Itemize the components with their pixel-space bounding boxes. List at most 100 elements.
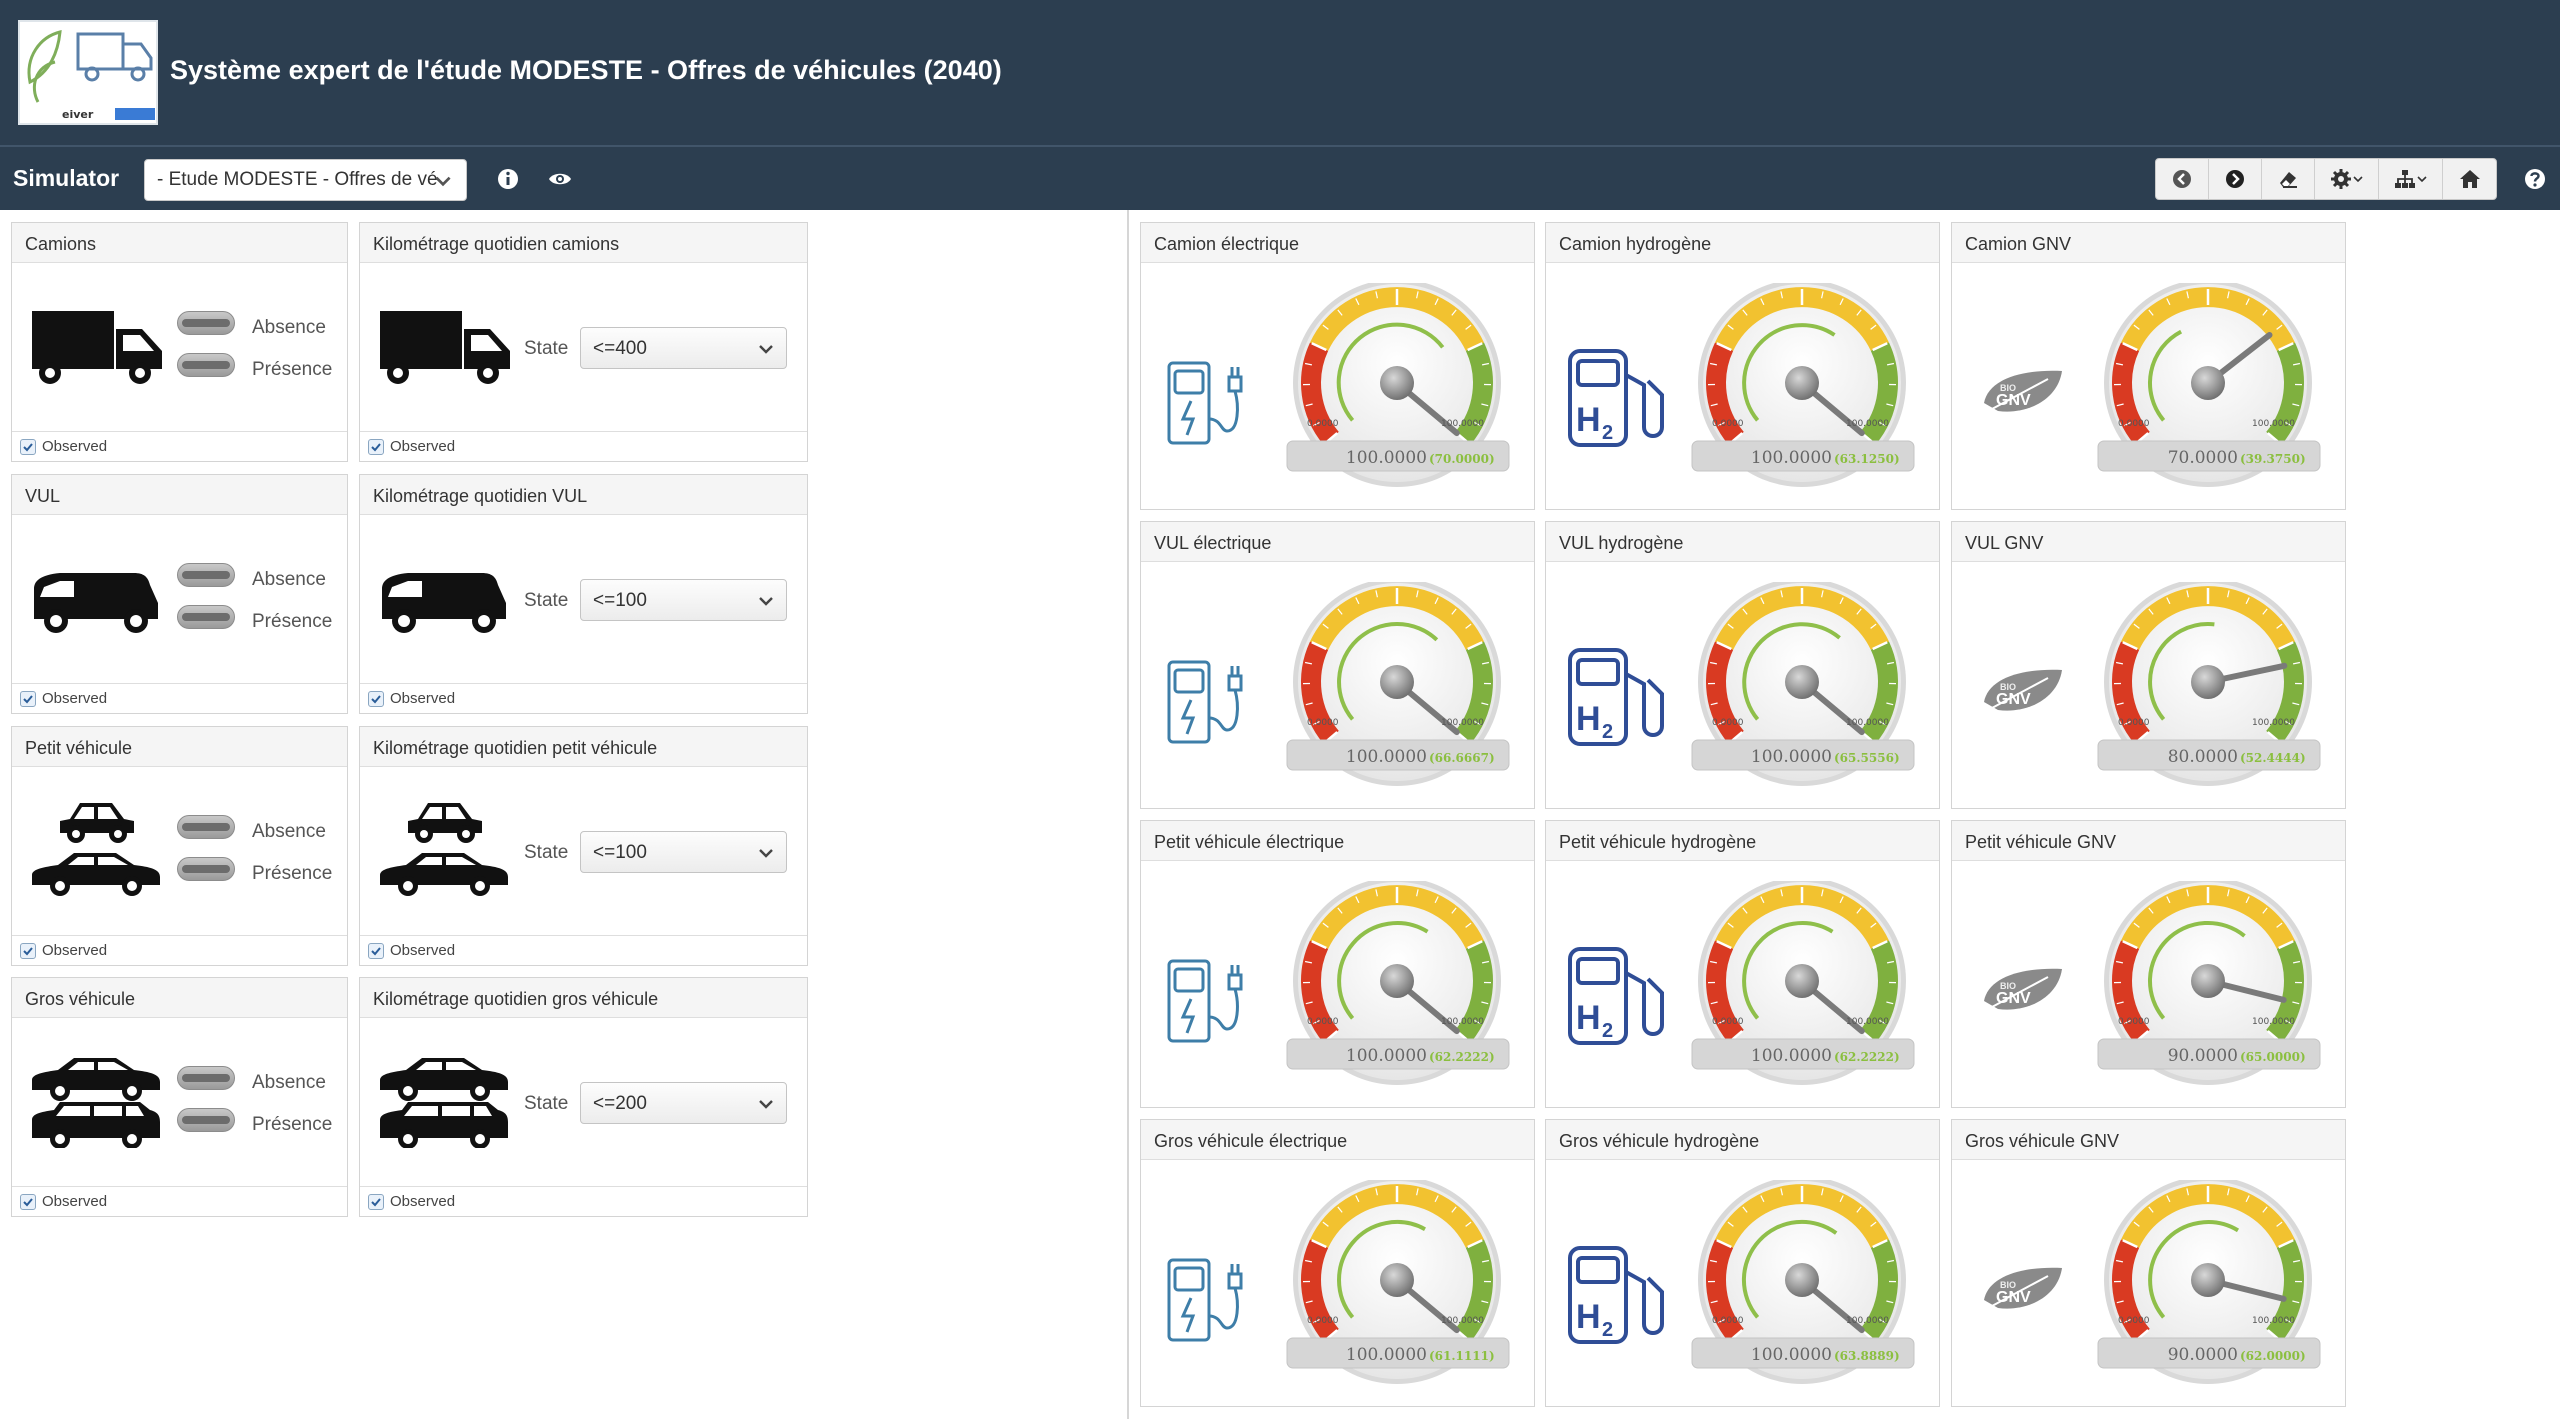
gauge-dial: 0.0000 100.0000 90.0000 (62.0000) bbox=[2097, 1180, 2321, 1384]
sedan-icon bbox=[30, 847, 162, 902]
app-logo: eiver bbox=[18, 20, 158, 125]
presence-toggle[interactable] bbox=[177, 605, 235, 629]
observed-label: Observed bbox=[42, 1193, 108, 1210]
gauge-min-label: 0.0000 bbox=[1307, 419, 1339, 429]
observed-checkbox[interactable] bbox=[20, 1193, 36, 1210]
eraser-icon bbox=[2280, 172, 2297, 188]
presence-toggle[interactable] bbox=[177, 857, 235, 881]
gauge-sub-value: (66.6667) bbox=[1429, 751, 1495, 765]
bio-gnv-icon: BIO GNV bbox=[1978, 363, 2068, 423]
chevron-down-icon bbox=[2352, 176, 2363, 183]
gauge-value: 100.0000 bbox=[1751, 1046, 1832, 1066]
study-select[interactable]: - Etude MODESTE - Offres de vé bbox=[144, 159, 467, 201]
gauge-sub-value: (61.1111) bbox=[1429, 1349, 1495, 1363]
arrow-right-icon bbox=[2226, 170, 2244, 188]
gauge-title: Petit véhicule hydrogène bbox=[1546, 821, 1939, 861]
gauge-value: 100.0000 bbox=[1346, 1345, 1427, 1365]
gauge-max-label: 100.0000 bbox=[1846, 1017, 1889, 1027]
state-label: State bbox=[524, 590, 569, 611]
vehicle-presence-panel: VUL Absence Présence Observed bbox=[11, 474, 348, 714]
eraser-button[interactable] bbox=[2262, 159, 2315, 199]
gauge-value: 100.0000 bbox=[1751, 448, 1832, 468]
gauge-panel: Petit véhicule GNV BIO GNV 0.0000 100.000… bbox=[1951, 820, 2346, 1108]
small-car-icon bbox=[404, 795, 486, 850]
gauge-panel: Camion GNV BIO GNV 0.0000 100.0000 70.000… bbox=[1951, 222, 2346, 510]
presence-toggle[interactable] bbox=[177, 353, 235, 377]
state-select[interactable]: <=400 bbox=[580, 327, 787, 369]
back-button[interactable] bbox=[2156, 159, 2209, 199]
gauge-sub-value: (65.5556) bbox=[1834, 751, 1900, 765]
absence-label: Absence bbox=[252, 821, 326, 842]
absence-toggle[interactable] bbox=[177, 563, 235, 587]
gauge-value: 70.0000 bbox=[2168, 448, 2238, 468]
svg-text:eiver: eiver bbox=[62, 108, 94, 121]
observed-checkbox[interactable] bbox=[368, 690, 384, 707]
gauge-panel: Petit véhicule électrique 0.0000 100.000… bbox=[1140, 820, 1535, 1108]
toolbar-button-group bbox=[2155, 158, 2497, 200]
gauge-hub bbox=[1380, 366, 1414, 400]
observed-label: Observed bbox=[390, 942, 456, 959]
gauge-sub-value: (62.2222) bbox=[1834, 1050, 1900, 1064]
eye-icon[interactable] bbox=[548, 167, 572, 191]
gauge-title: Petit véhicule électrique bbox=[1141, 821, 1534, 861]
observed-checkbox[interactable] bbox=[368, 438, 384, 455]
gauge-title: VUL électrique bbox=[1141, 522, 1534, 562]
hierarchy-dropdown[interactable] bbox=[2379, 159, 2443, 199]
ev-charger-icon bbox=[1165, 1232, 1247, 1344]
state-select[interactable]: <=100 bbox=[580, 831, 787, 873]
gauge-panel: VUL électrique 0.0000 100.0000 100.0000 … bbox=[1140, 521, 1535, 809]
absence-toggle[interactable] bbox=[177, 815, 235, 839]
gauge-sub-value: (65.0000) bbox=[2240, 1050, 2306, 1064]
observed-row: Observed bbox=[360, 1186, 807, 1216]
gauge-dial: 0.0000 100.0000 100.0000 (65.5556) bbox=[1691, 582, 1915, 786]
pane-divider[interactable] bbox=[1127, 210, 1129, 1419]
state-select-value: <=400 bbox=[593, 338, 647, 359]
settings-dropdown[interactable] bbox=[2315, 159, 2379, 199]
arrow-left-icon bbox=[2173, 170, 2191, 188]
info-icon[interactable] bbox=[496, 167, 520, 191]
gauge-title: Camion électrique bbox=[1141, 223, 1534, 263]
absence-label: Absence bbox=[252, 1072, 326, 1093]
gauge-dial: 0.0000 100.0000 100.0000 (66.6667) bbox=[1286, 582, 1510, 786]
gauge-max-label: 100.0000 bbox=[2252, 419, 2295, 429]
gauge-max-label: 100.0000 bbox=[2252, 1316, 2295, 1326]
gauge-min-label: 0.0000 bbox=[1307, 718, 1339, 728]
gauge-value: 100.0000 bbox=[1751, 1345, 1832, 1365]
daily-mileage-panel: Kilométrage quotidien gros véhicule Stat… bbox=[359, 977, 808, 1217]
home-button[interactable] bbox=[2443, 159, 2496, 199]
gauge-title: VUL hydrogène bbox=[1546, 522, 1939, 562]
gauge-dial: 0.0000 100.0000 100.0000 (62.2222) bbox=[1691, 881, 1915, 1085]
gauge-min-label: 0.0000 bbox=[1712, 718, 1744, 728]
observed-checkbox[interactable] bbox=[20, 942, 36, 959]
presence-toggle[interactable] bbox=[177, 1108, 235, 1132]
gauge-value: 100.0000 bbox=[1346, 448, 1427, 468]
gauge-dial: 0.0000 100.0000 70.0000 (39.3750) bbox=[2097, 283, 2321, 487]
panel-title: Kilométrage quotidien VUL bbox=[360, 475, 807, 515]
observed-checkbox[interactable] bbox=[368, 1193, 384, 1210]
presence-label: Présence bbox=[252, 611, 333, 632]
gauge-sub-value: (62.0000) bbox=[2240, 1349, 2306, 1363]
gauge-panel: Petit véhicule hydrogène H2 0.0000 100.0… bbox=[1545, 820, 1940, 1108]
gauge-panel: VUL hydrogène H2 0.0000 100.0000 100.000… bbox=[1545, 521, 1940, 809]
bio-gnv-icon: BIO GNV bbox=[1978, 662, 2068, 722]
suv-icon bbox=[30, 1098, 162, 1153]
forward-button[interactable] bbox=[2209, 159, 2262, 199]
svg-text:2: 2 bbox=[1602, 721, 1613, 743]
observed-label: Observed bbox=[390, 1193, 456, 1210]
state-select[interactable]: <=100 bbox=[580, 579, 787, 621]
panel-title: Gros véhicule bbox=[12, 978, 347, 1018]
state-select[interactable]: <=200 bbox=[580, 1082, 787, 1124]
help-icon[interactable] bbox=[2523, 167, 2547, 191]
observed-checkbox[interactable] bbox=[368, 942, 384, 959]
daily-mileage-panel: Kilométrage quotidien VUL State <=100 Ob… bbox=[359, 474, 808, 714]
gauge-title: Gros véhicule électrique bbox=[1141, 1120, 1534, 1160]
svg-text:GNV: GNV bbox=[1996, 392, 2031, 409]
gauge-min-label: 0.0000 bbox=[1712, 419, 1744, 429]
gauge-hub bbox=[2191, 964, 2225, 998]
van-icon bbox=[30, 567, 162, 642]
absence-toggle[interactable] bbox=[177, 311, 235, 335]
observed-checkbox[interactable] bbox=[20, 438, 36, 455]
absence-toggle[interactable] bbox=[177, 1066, 235, 1090]
panel-title: Petit véhicule bbox=[12, 727, 347, 767]
observed-checkbox[interactable] bbox=[20, 690, 36, 707]
